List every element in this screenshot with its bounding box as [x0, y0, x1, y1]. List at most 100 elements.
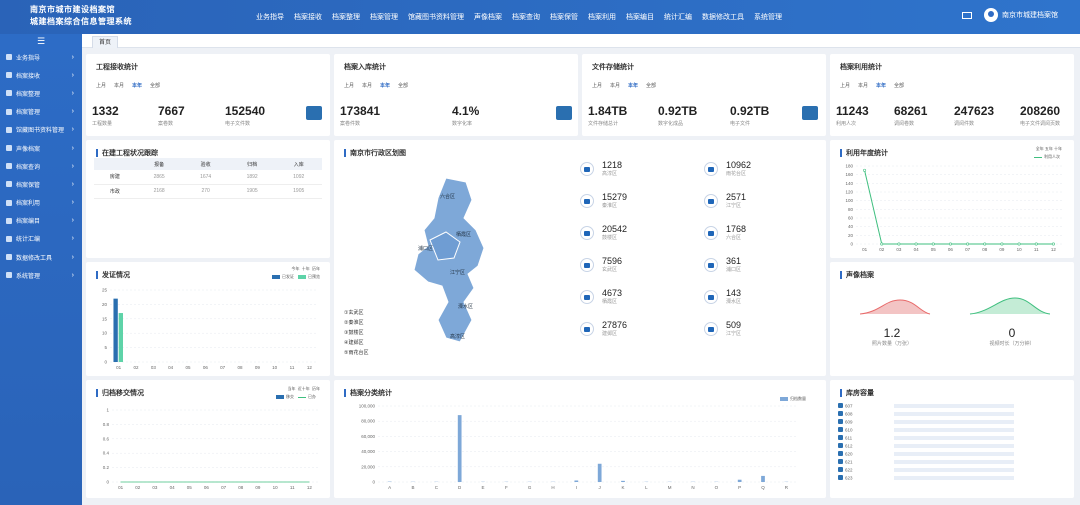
menu-icon	[6, 90, 12, 97]
district-stat[interactable]: 361 浦口区	[704, 256, 741, 273]
mail-icon[interactable]	[962, 11, 972, 19]
sidebar-item[interactable]: 馆藏图书资料管理 ›	[0, 121, 82, 139]
nav-item[interactable]: 声像档案	[474, 12, 502, 22]
district-stat[interactable]: 27876 建邺区	[580, 320, 627, 337]
bar	[894, 404, 1014, 408]
sidebar-item[interactable]: 档案整理 ›	[0, 84, 82, 102]
district-count: 361	[726, 256, 742, 266]
tab-label[interactable]: 十年	[302, 266, 310, 272]
district-name: ①玄武区	[344, 310, 364, 316]
storage-card: 库房容量 607 608 609 610 611 612 620 621 622 623	[830, 380, 1074, 498]
y-tick-label: 40,000	[361, 449, 375, 454]
sidebar-item[interactable]: 业务指导 ›	[0, 48, 82, 66]
period-tab[interactable]: 本年	[132, 82, 142, 89]
folder-icon	[704, 289, 718, 304]
table-row: 房建 2865 1674 1892 1092	[94, 170, 322, 185]
sidebar-item[interactable]: 档案保管 ›	[0, 175, 82, 193]
card-title-text: 发证情况	[102, 272, 130, 279]
table-header: 归档	[228, 158, 276, 170]
period-tab[interactable]: 上月	[592, 82, 602, 89]
tab-label[interactable]: 历年	[312, 266, 320, 272]
x-tick-label: 10	[1017, 247, 1023, 252]
table-cell: 1674	[182, 170, 229, 185]
period-tab[interactable]: 上月	[840, 82, 850, 89]
nav-item[interactable]: 业务指导	[256, 12, 284, 22]
district-stat[interactable]: 1218 高淳区	[580, 160, 622, 177]
district-stat[interactable]: 143 溧水区	[704, 288, 741, 305]
tracking-table: 报备 验收 归档 入库 房建 2865 1674 1892 1092 市政 2168 270 1905…	[94, 158, 322, 199]
nav-item[interactable]: 档案保管	[550, 12, 578, 22]
nav-item[interactable]: 数据修改工具	[702, 12, 744, 22]
x-tick-label: 08	[237, 365, 243, 370]
tab-label[interactable]: 近十年	[298, 386, 310, 392]
y-tick-label: 0.6	[103, 436, 110, 441]
chart-tabs[interactable]: 今年 十年 历年	[292, 266, 320, 272]
inbox-icon	[306, 106, 322, 120]
tab-label[interactable]: 十年	[1054, 146, 1062, 152]
period-tab[interactable]: 上月	[96, 82, 106, 89]
stat-value: 208260	[1020, 104, 1061, 118]
district-stat[interactable]: 2571 江宁区	[704, 192, 746, 209]
user-name[interactable]: 南京市城建档案馆	[1002, 10, 1058, 20]
tab-label[interactable]: 全年	[1036, 146, 1044, 152]
y-tick-label: 0	[106, 480, 109, 485]
period-tab[interactable]: 本年	[876, 82, 886, 89]
tab-label[interactable]: 当年	[288, 386, 296, 392]
sidebar-item[interactable]: 档案利用 ›	[0, 194, 82, 212]
sidebar-item[interactable]: 档案管理 ›	[0, 103, 82, 121]
nav-item[interactable]: 档案查询	[512, 12, 540, 22]
period-tab[interactable]: 上月	[344, 82, 354, 89]
district-stat[interactable]: 7596 玄武区	[580, 256, 622, 273]
nav-item[interactable]: 馆藏图书资料管理	[408, 12, 464, 22]
district-label: 浦口区	[726, 267, 742, 273]
period-tab[interactable]: 本月	[610, 82, 620, 89]
tab-home[interactable]: 首页	[92, 36, 119, 48]
tab-label[interactable]: 五年	[1045, 146, 1053, 152]
period-tab[interactable]: 本月	[362, 82, 372, 89]
y-tick-label: 621	[845, 460, 853, 465]
menu-collapse-icon[interactable]: ☰	[0, 34, 82, 48]
nav-item[interactable]: 系统管理	[754, 12, 782, 22]
avatar[interactable]	[984, 8, 998, 22]
sidebar-item[interactable]: 声像档案 ›	[0, 139, 82, 157]
district-stat[interactable]: 10962 雨花台区	[704, 160, 751, 177]
sidebar-item[interactable]: 档案接收 ›	[0, 66, 82, 84]
period-tab[interactable]: 全部	[894, 82, 904, 89]
period-tab[interactable]: 本年	[628, 82, 638, 89]
district-stat[interactable]: 20542 鼓楼区	[580, 224, 627, 241]
sidebar-item[interactable]: 档案查询 ›	[0, 157, 82, 175]
period-tab[interactable]: 全部	[646, 82, 656, 89]
x-tick-label: 05	[931, 247, 937, 252]
period-tab[interactable]: 本月	[858, 82, 868, 89]
sidebar-item[interactable]: 档案编目 ›	[0, 212, 82, 230]
card-title: 归档移交情况	[96, 388, 144, 398]
nav-item[interactable]: 档案接收	[294, 12, 322, 22]
table-cell: 270	[182, 184, 229, 199]
district-stat[interactable]: 1768 六合区	[704, 224, 746, 241]
district-stat[interactable]: 4673 栖霞区	[580, 288, 622, 305]
video-count: 0	[1008, 326, 1016, 340]
period-tab[interactable]: 本月	[114, 82, 124, 89]
nav-item[interactable]: 档案编目	[626, 12, 654, 22]
tab-label[interactable]: 历年	[312, 386, 320, 392]
period-tab[interactable]: 全部	[398, 82, 408, 89]
title-line2: 城建档案综合信息管理系统	[30, 17, 132, 26]
tab-label[interactable]: 今年	[292, 266, 300, 272]
sidebar-item[interactable]: 系统管理 ›	[0, 266, 82, 284]
sidebar-item[interactable]: 统计汇编 ›	[0, 230, 82, 248]
bar	[894, 460, 1014, 464]
chart-tabs[interactable]: 全年 五年 十年	[1036, 146, 1062, 152]
folder-icon	[704, 225, 718, 240]
sidebar-item[interactable]: 数据修改工具 ›	[0, 248, 82, 266]
district-stat[interactable]: 15279 秦淮区	[580, 192, 627, 209]
period-tab[interactable]: 本年	[380, 82, 390, 89]
chart-tabs[interactable]: 当年 近十年 历年	[288, 386, 320, 392]
district-stat[interactable]: 509 江宁区	[704, 320, 741, 337]
period-tab[interactable]: 全部	[150, 82, 160, 89]
network-icon	[802, 106, 818, 120]
nav-item[interactable]: 档案整理	[332, 12, 360, 22]
nav-item[interactable]: 档案管理	[370, 12, 398, 22]
nav-item[interactable]: 统计汇编	[664, 12, 692, 22]
nav-item[interactable]: 档案利用	[588, 12, 616, 22]
chevron-right-icon: ›	[71, 217, 74, 225]
